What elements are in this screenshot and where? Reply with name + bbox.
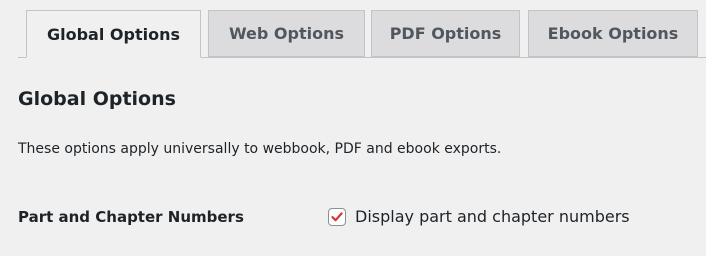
tab-web-options[interactable]: Web Options [208,10,365,57]
section-description: These options apply universally to webbo… [18,141,502,157]
tab-ebook-options[interactable]: Ebook Options [528,10,698,57]
part-chapter-numbers-label: Part and Chapter Numbers [18,208,244,226]
display-part-chapter-numbers-checkbox[interactable] [328,208,346,226]
options-tab-bar: Global Options Web Options PDF Options E… [0,0,706,58]
display-part-chapter-numbers-option[interactable]: Display part and chapter numbers [328,206,630,228]
display-part-chapter-numbers-text: Display part and chapter numbers [355,207,630,226]
section-title: Global Options [18,88,176,110]
tab-pdf-options[interactable]: PDF Options [371,10,520,57]
checkmark-icon [331,212,343,222]
tab-global-options[interactable]: Global Options [26,10,201,58]
